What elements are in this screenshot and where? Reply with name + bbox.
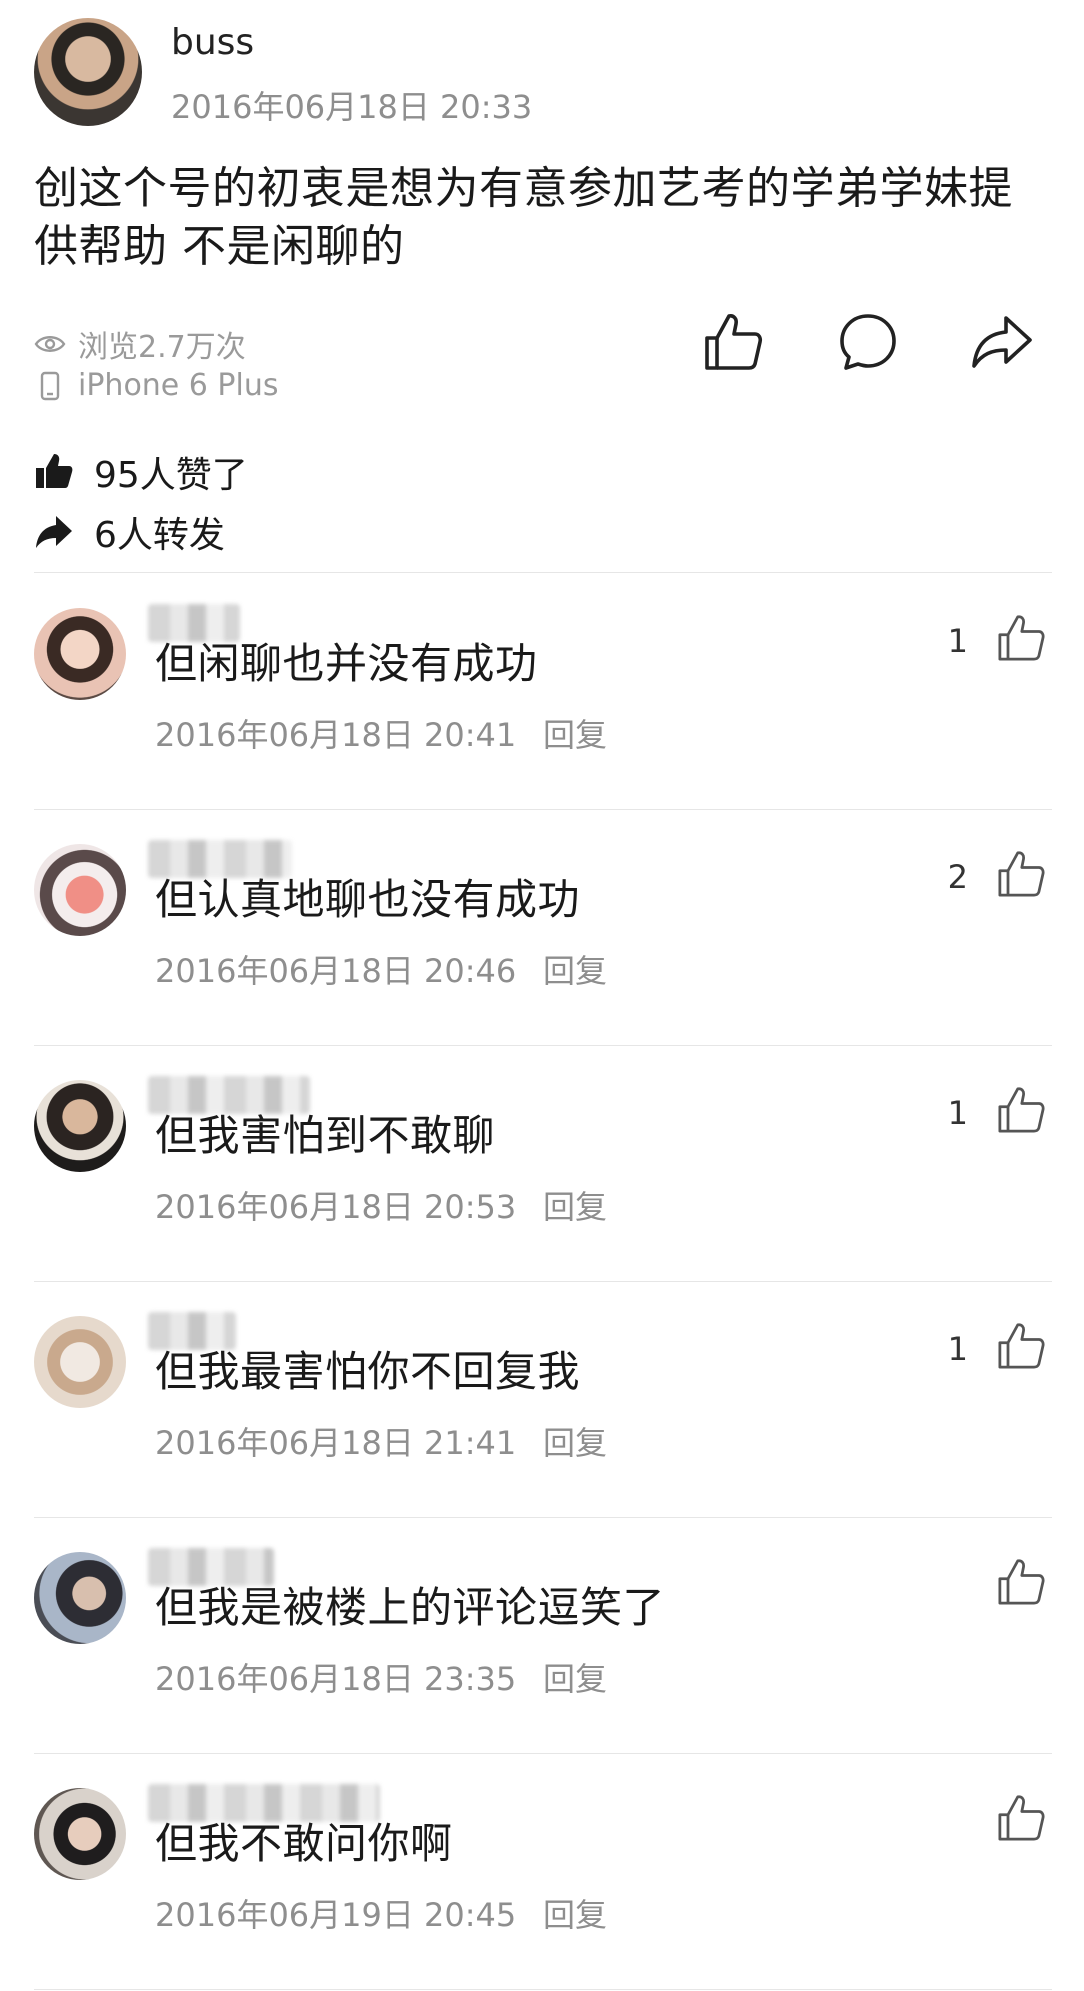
comment-text: 但闲聊也并没有成功 [155, 639, 538, 688]
comment-timestamp: 2016年06月19日 20:45 [155, 1896, 517, 1934]
likes-summary-text: 95人赞了 [94, 455, 248, 496]
comment-timestamp: 2016年06月18日 20:53 [155, 1188, 517, 1226]
comment-like-count: 1 [947, 622, 968, 660]
reply-button[interactable]: 回复 [543, 710, 607, 756]
comment-divider [34, 1989, 1052, 1990]
view-count: 浏览2.7万次 [78, 330, 246, 365]
reply-button[interactable]: 回复 [543, 946, 607, 992]
comment-text: 但我是被楼上的评论逗笑了 [155, 1583, 666, 1632]
reply-button[interactable]: 回复 [543, 1654, 607, 1700]
comment-item[interactable]: 但我是被楼上的评论逗笑了 2016年06月18日 23:35 回复 [0, 1518, 1084, 1754]
commenter-avatar[interactable] [34, 844, 126, 936]
phone-icon [40, 371, 60, 400]
view-count-row: 浏览2.7万次 [34, 322, 246, 366]
comment-timestamp: 2016年06月18日 21:41 [155, 1424, 517, 1462]
likes-summary[interactable]: 95人赞了 [34, 446, 248, 498]
comment-item[interactable]: 但我不敢问你啊 2016年06月19日 20:45 回复 [0, 1754, 1084, 1990]
comment-timestamp: 2016年06月18日 20:41 [155, 716, 517, 754]
share-arrow-icon [36, 516, 72, 548]
commenter-avatar[interactable] [34, 608, 126, 700]
eye-icon [34, 336, 66, 352]
comment-like-count: 1 [947, 1330, 968, 1368]
device-row: iPhone 6 Plus [34, 368, 279, 403]
reply-button[interactable]: 回复 [543, 1418, 607, 1464]
comment-text: 但认真地聊也没有成功 [155, 875, 581, 924]
comment-like-button[interactable] [995, 1792, 1047, 1844]
comment-item[interactable]: 但我最害怕你不回复我 2016年06月18日 21:41 回复 1 [0, 1282, 1084, 1518]
comment-like-count: 2 [947, 858, 968, 896]
shares-summary[interactable]: 6人转发 [34, 506, 225, 558]
comment-text: 但我不敢问你啊 [155, 1819, 453, 1868]
comment-item[interactable]: 但认真地聊也没有成功 2016年06月18日 20:46 回复 2 [0, 810, 1084, 1046]
commenter-avatar[interactable] [34, 1080, 126, 1172]
comment-like-button[interactable] [995, 1556, 1047, 1608]
post-timestamp: 2016年06月18日 20:33 [171, 88, 533, 126]
device-name: iPhone 6 Plus [78, 368, 279, 403]
author-name[interactable]: buss [171, 22, 254, 63]
author-avatar[interactable] [34, 18, 142, 126]
reply-button[interactable]: 回复 [543, 1890, 607, 1936]
comment-like-button[interactable] [995, 1320, 1047, 1372]
comment-text: 但我害怕到不敢聊 [155, 1111, 496, 1160]
comment-timestamp: 2016年06月18日 23:35 [155, 1660, 517, 1698]
reply-button[interactable]: 回复 [543, 1182, 607, 1228]
post-content: 创这个号的初衷是想为有意参加艺考的学弟学妹提供帮助 不是闲聊的 [34, 163, 1013, 272]
comment-item[interactable]: 但闲聊也并没有成功 2016年06月18日 20:41 回复 1 [0, 574, 1084, 810]
comment-text: 但我最害怕你不回复我 [155, 1347, 581, 1396]
comment-like-count: 1 [947, 1094, 968, 1132]
commenter-avatar[interactable] [34, 1788, 126, 1880]
comment-like-button[interactable] [995, 1084, 1047, 1136]
commenter-avatar[interactable] [34, 1552, 126, 1644]
shares-summary-text: 6人转发 [94, 515, 225, 556]
thumbs-up-icon [36, 454, 73, 488]
commenter-avatar[interactable] [34, 1316, 126, 1408]
like-button[interactable] [701, 310, 765, 374]
comment-button[interactable] [836, 310, 900, 374]
comment-timestamp: 2016年06月18日 20:46 [155, 952, 517, 990]
comment-item[interactable]: 但我害怕到不敢聊 2016年06月18日 20:53 回复 1 [0, 1046, 1084, 1282]
share-button[interactable] [970, 310, 1034, 374]
section-divider [34, 572, 1052, 573]
comment-like-button[interactable] [995, 612, 1047, 664]
comment-like-button[interactable] [995, 848, 1047, 900]
